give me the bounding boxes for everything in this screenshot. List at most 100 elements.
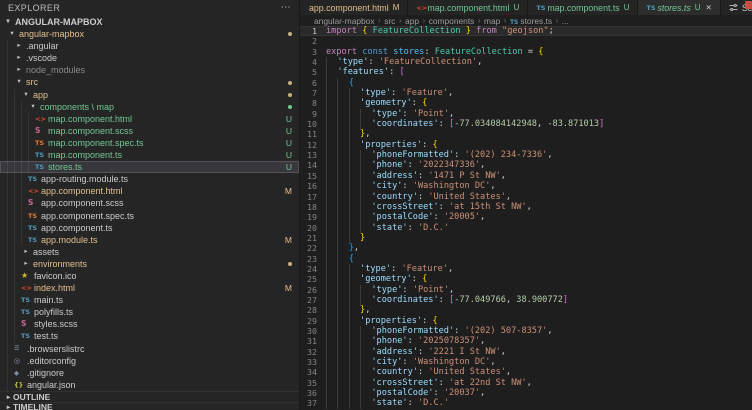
tab-map-component-html[interactable]: <>map.component.htmlU	[408, 0, 528, 15]
file-tree: ▾angular-mapbox▸.angular▸.vscode▸node_mo…	[0, 28, 299, 391]
tree-item-app-component-html[interactable]: <>app.component.htmlM	[0, 185, 299, 197]
tree-item-browserslistrc[interactable]: ☰.browserslistrc	[0, 343, 299, 355]
code-line-7[interactable]: 7'type': 'Feature',	[300, 88, 752, 98]
tree-item-app-component-spec-ts[interactable]: TSapp.component.spec.ts	[0, 210, 299, 222]
tree-item-polyfills-ts[interactable]: TSpolyfills.ts	[0, 306, 299, 318]
code-line-17[interactable]: 17'country': 'United States',	[300, 192, 752, 202]
tree-item-environments[interactable]: ▸environments	[0, 258, 299, 270]
code-line-3[interactable]: 3export const stores: FeatureCollection …	[300, 47, 752, 57]
code-token: :	[418, 192, 428, 202]
tree-item-styles-scss[interactable]: Sstyles.scss	[0, 318, 299, 330]
code-line-1[interactable]: 1import { FeatureCollection } from "geoj…	[300, 26, 752, 36]
code-line-25[interactable]: 25'geometry': {	[300, 274, 752, 284]
line-number: 28	[300, 305, 326, 315]
tab-app-component-html[interactable]: app.component.htmlM	[300, 0, 408, 15]
breadcrumb-item-[interactable]: ...	[562, 16, 569, 26]
code-line-14[interactable]: 14'phone': '2022347336',	[300, 160, 752, 170]
tree-item-main-ts[interactable]: TSmain.ts	[0, 294, 299, 306]
code-line-5[interactable]: 5'features': [	[300, 67, 752, 77]
code-line-18[interactable]: 18'crossStreet': 'at 15th St NW',	[300, 202, 752, 212]
code-line-20[interactable]: 20'state': 'D.C.'	[300, 223, 752, 233]
code-line-6[interactable]: 6{	[300, 78, 752, 88]
code-line-30[interactable]: 30'phoneFormatted': '(202) 507-8357',	[300, 326, 752, 336]
tree-item-node-modules[interactable]: ▸node_modules	[0, 64, 299, 76]
code-token: stores	[393, 47, 424, 57]
tree-item-app-component-scss[interactable]: Sapp.component.scss	[0, 197, 299, 209]
timeline-section-header[interactable]: ▸ TIMELINE	[0, 402, 299, 410]
code-line-13[interactable]: 13'phoneFormatted': '(202) 234-7336',	[300, 150, 752, 160]
tree-item-app[interactable]: ▾app	[0, 89, 299, 101]
code-line-26[interactable]: 26'type': 'Point',	[300, 285, 752, 295]
tree-item-gitignore[interactable]: ◆.gitignore	[0, 367, 299, 379]
code-line-19[interactable]: 19'postalCode': '20005',	[300, 212, 752, 222]
code-line-24[interactable]: 24'type': 'Feature',	[300, 264, 752, 274]
code-line-12[interactable]: 12'properties': {	[300, 140, 752, 150]
tree-item-src[interactable]: ▾src	[0, 76, 299, 88]
tree-item-map-component-ts[interactable]: TSmap.component.tsU	[0, 149, 299, 161]
tree-item-editorconfig[interactable]: ◎.editorconfig	[0, 355, 299, 367]
tree-item-index-html[interactable]: <>index.htmlM	[0, 282, 299, 294]
git-letter-badge: U	[286, 161, 292, 173]
code-token: 'country'	[371, 367, 418, 377]
tab-stores-ts[interactable]: TSstores.tsU✕	[638, 0, 720, 15]
code-line-15[interactable]: 15'address': '1471 P St NW',	[300, 171, 752, 181]
tree-item-map-component-scss[interactable]: Smap.component.scssU	[0, 125, 299, 137]
tree-item-favicon-ico[interactable]: ★favicon.ico	[0, 270, 299, 282]
code-line-34[interactable]: 34'country': 'United States',	[300, 367, 752, 377]
code-line-35[interactable]: 35'crossStreet': 'at 22nd St NW',	[300, 378, 752, 388]
code-line-2[interactable]: 2	[300, 36, 752, 46]
indent-guide	[326, 243, 337, 253]
code-line-29[interactable]: 29'properties': {	[300, 316, 752, 326]
code-line-28[interactable]: 28},	[300, 305, 752, 315]
code-line-4[interactable]: 4'type': 'FeatureCollection',	[300, 57, 752, 67]
indent-guide	[337, 223, 348, 233]
code-token: 'state'	[371, 398, 407, 408]
breadcrumb-item-map[interactable]: map	[484, 16, 500, 26]
line-number: 16	[300, 181, 326, 191]
code-line-16[interactable]: 16'city': 'Washington DC',	[300, 181, 752, 191]
tab-map-component-ts[interactable]: TSmap.component.tsU	[528, 0, 638, 15]
tree-item-angular[interactable]: ▸.angular	[0, 40, 299, 52]
tree-item-app-component-ts[interactable]: TSapp.component.ts	[0, 222, 299, 234]
tree-item-map-component-spec-ts[interactable]: TSmap.component.spec.tsU	[0, 137, 299, 149]
code-line-22[interactable]: 22},	[300, 243, 752, 253]
code-editor[interactable]: 1import { FeatureCollection } from "geoj…	[300, 26, 752, 410]
breadcrumb-item-components[interactable]: components	[429, 16, 475, 26]
close-icon[interactable]: ✕	[706, 3, 712, 12]
breadcrumb-item-app[interactable]: app	[405, 16, 419, 26]
outline-section-header[interactable]: ▸ OUTLINE	[0, 391, 299, 402]
code-line-9[interactable]: 9'type': 'Point',	[300, 109, 752, 119]
code-line-31[interactable]: 31'phone': '2025078357',	[300, 336, 752, 346]
code-line-11[interactable]: 11},	[300, 129, 752, 139]
breadcrumb-item-stores-ts[interactable]: TSstores.ts	[510, 16, 552, 26]
tree-item-map-component-html[interactable]: <>map.component.htmlU	[0, 113, 299, 125]
code-line-21[interactable]: 21}	[300, 233, 752, 243]
tree-item-angular-mapbox[interactable]: ▾angular-mapbox	[0, 28, 299, 40]
line-number: 11	[300, 129, 326, 139]
breadcrumb-item-src[interactable]: src	[384, 16, 395, 26]
code-line-content: 'address': '2221 I St NW',	[326, 347, 752, 357]
indent-guide	[28, 137, 35, 149]
tree-item-app-module-ts[interactable]: TSapp.module.tsM	[0, 234, 299, 246]
code-line-23[interactable]: 23{	[300, 254, 752, 264]
code-line-33[interactable]: 33'city': 'Washington DC',	[300, 357, 752, 367]
breadcrumb-item-angular-mapbox[interactable]: angular-mapbox	[314, 16, 375, 26]
tree-item-test-ts[interactable]: TStest.ts	[0, 330, 299, 342]
indent-guide	[360, 336, 371, 346]
tree-item-vscode[interactable]: ▸.vscode	[0, 52, 299, 64]
code-line-8[interactable]: 8'geometry': {	[300, 98, 752, 108]
code-line-27[interactable]: 27'coordinates': [-77.049766, 38.900772]	[300, 295, 752, 305]
code-line-32[interactable]: 32'address': '2221 I St NW',	[300, 347, 752, 357]
tree-root-folder[interactable]: ▾ ANGULAR-MAPBOX	[0, 16, 299, 28]
code-token: :	[408, 398, 418, 408]
code-token: :	[424, 47, 434, 57]
tree-item-app-routing-module-ts[interactable]: TSapp-routing.module.ts	[0, 173, 299, 185]
tree-item-assets[interactable]: ▸assets	[0, 246, 299, 258]
tree-item-components-map[interactable]: ▾components \ map	[0, 101, 299, 113]
code-line-37[interactable]: 37'state': 'D.C.'	[300, 398, 752, 408]
tree-item-angular-json[interactable]: {}angular.json	[0, 379, 299, 391]
code-line-10[interactable]: 10'coordinates': [-77.034084142948, -83.…	[300, 119, 752, 129]
code-line-36[interactable]: 36'postalCode': '20037',	[300, 388, 752, 398]
tree-item-stores-ts[interactable]: TSstores.tsU	[0, 161, 299, 173]
more-actions-icon[interactable]: ⋯	[281, 5, 291, 11]
